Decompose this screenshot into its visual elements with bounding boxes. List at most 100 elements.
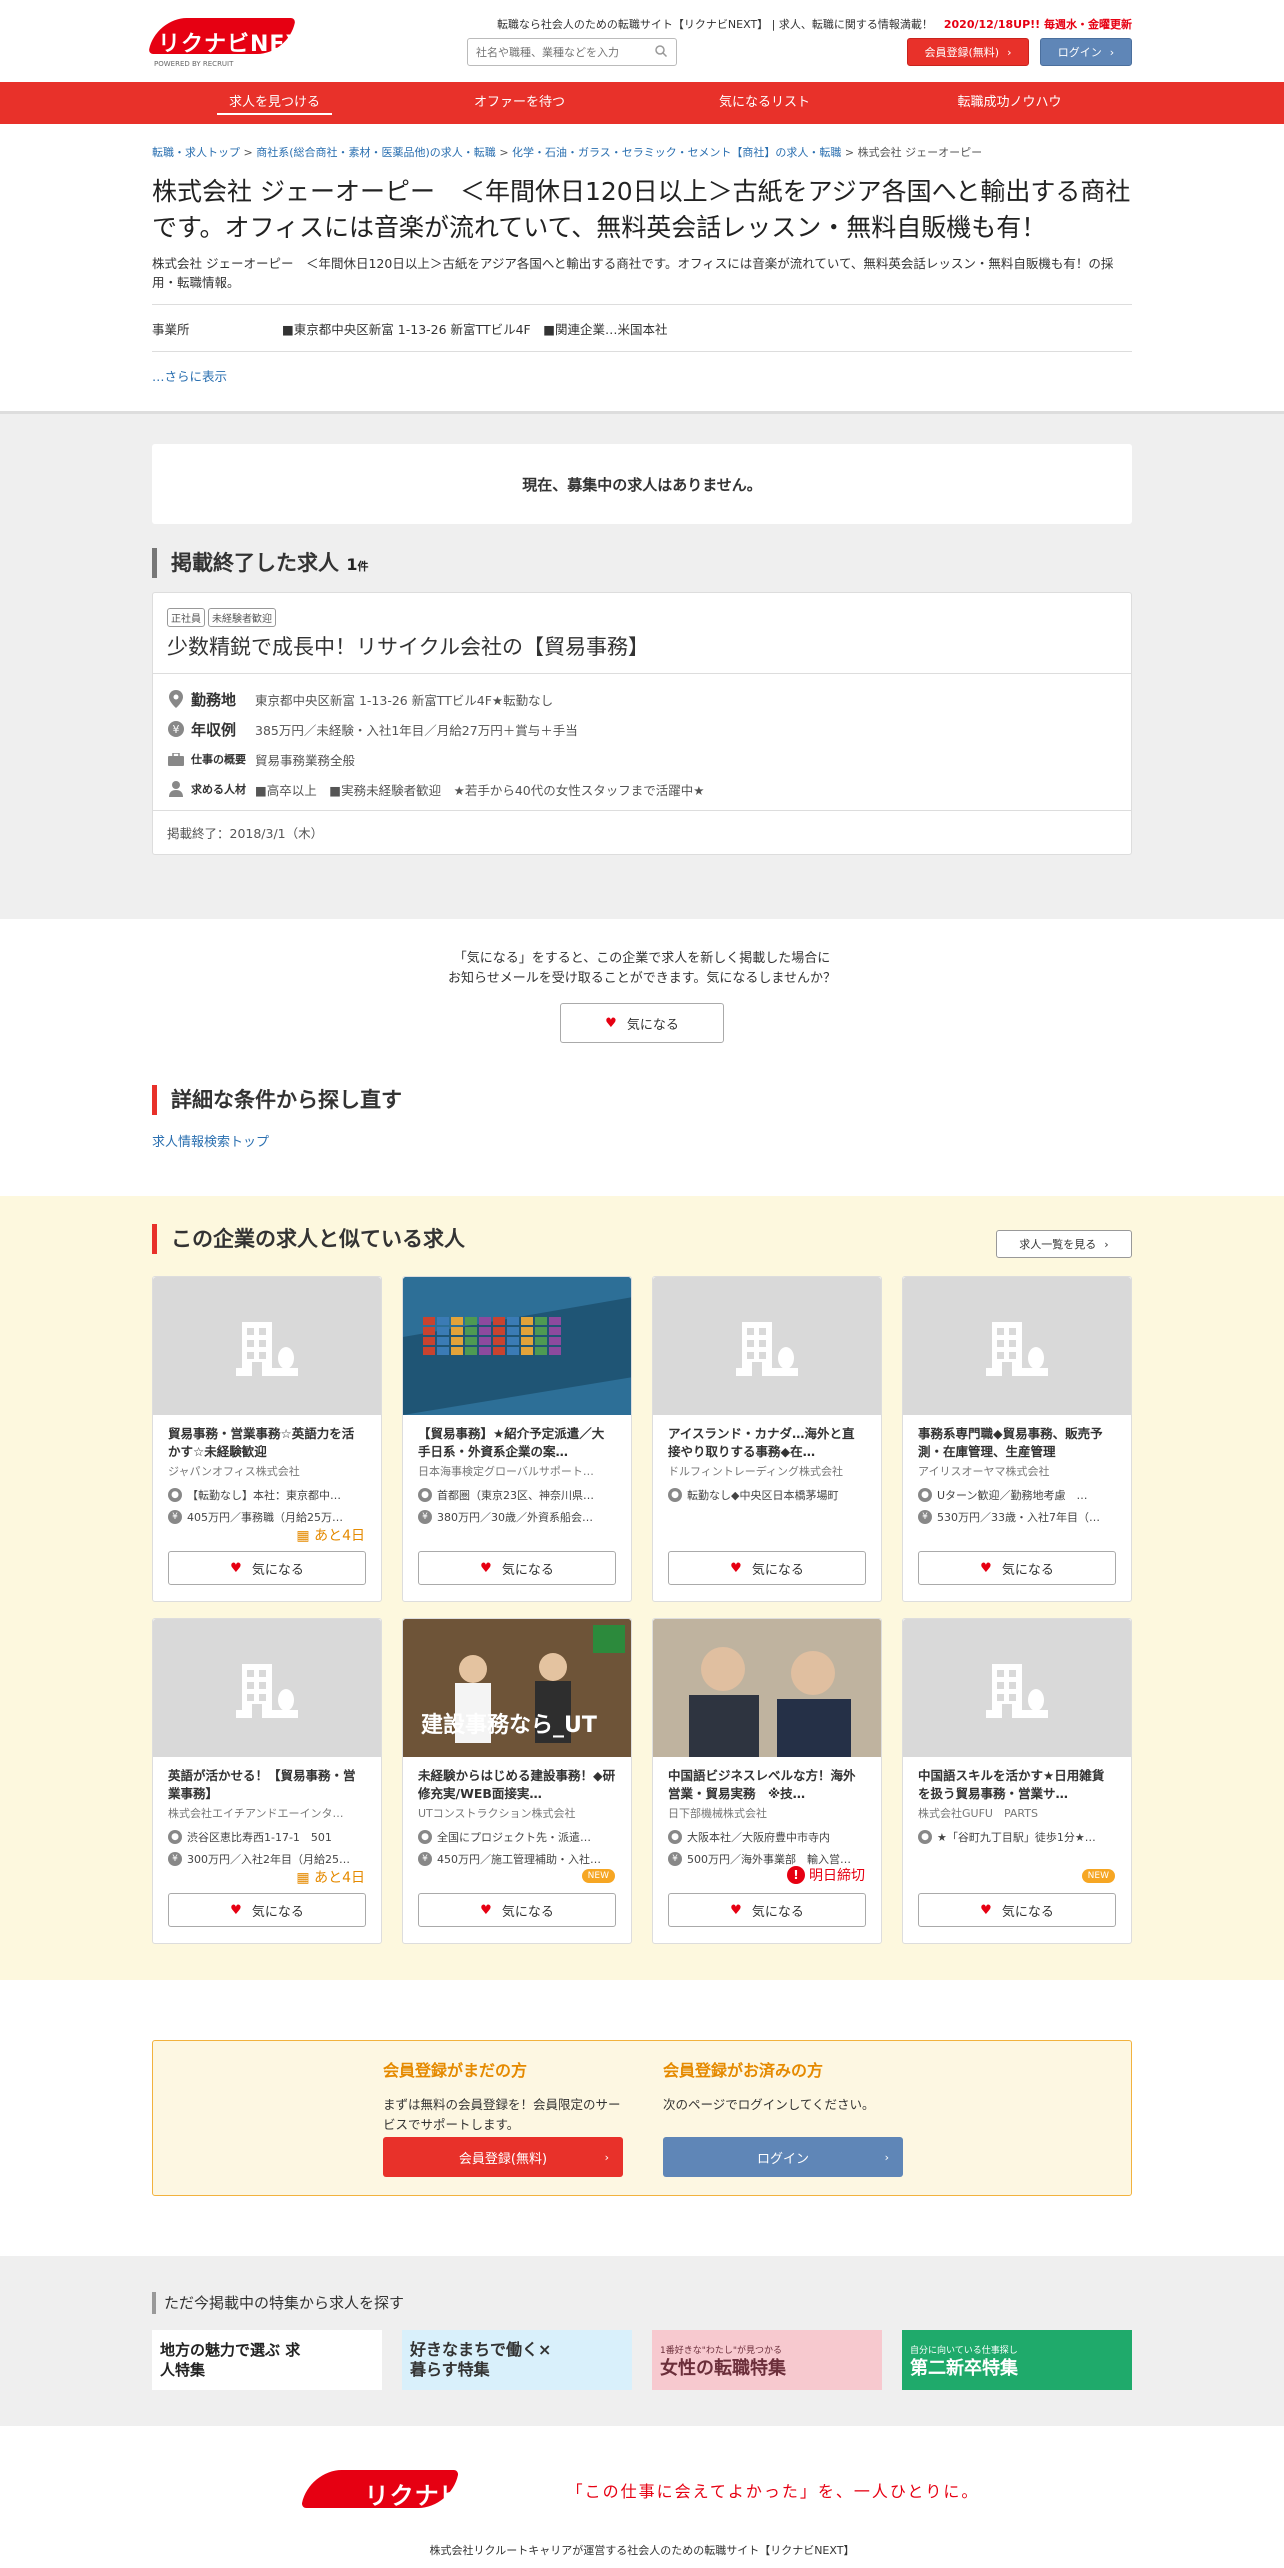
breadcrumb-link[interactable]: 転職・求人トップ bbox=[152, 146, 240, 159]
existing-member-heading: 会員登録がお済みの方 bbox=[663, 2061, 824, 2080]
favorite-button[interactable]: ♥ 気になる bbox=[418, 1893, 616, 1927]
chevron-right-icon: › bbox=[1104, 1237, 1109, 1251]
thumbnail-caption: 建設事務なら_UT bbox=[421, 1713, 597, 1738]
search-top-link[interactable]: 求人情報検索トップ bbox=[152, 1131, 1132, 1150]
heart-icon: ♥ bbox=[230, 1560, 242, 1576]
company-name: 日下部機械株式会社 bbox=[668, 1807, 767, 1820]
job-location-row: 勤務地 東京都中央区新富 1-13-26 新富TTビル4F★転勤なし bbox=[167, 684, 1117, 714]
heart-icon: ♥ bbox=[480, 1560, 492, 1576]
job-thumbnail: 建設事務なら_UT bbox=[403, 1619, 631, 1757]
location-pin-icon: ● bbox=[918, 1830, 932, 1844]
footer-logo[interactable]: リクナビNEXT 「この仕事に会えてよかった」を、一人ひとりに。 bbox=[300, 2468, 980, 2512]
company-description: 株式会社 ジェーオーピー ＜年間休日120日以上＞古紙をアジア各国へと輸出する商… bbox=[152, 256, 1114, 290]
company-placeholder-image bbox=[903, 1619, 1131, 1757]
job-salary-row: ¥ 年収例 385万円／未経験・入社1年目／月給27万円＋賞与＋手当 bbox=[167, 714, 1117, 744]
job-title[interactable]: 英語が活かせる！【貿易事務・営業事務】 bbox=[153, 1757, 381, 1803]
features-section: ただ今掲載中の特集から求人を探す 地方の魅力で選ぶ 求人特集 好きなまちで働く×暮… bbox=[0, 2256, 1284, 2426]
company-placeholder-image bbox=[653, 1277, 881, 1415]
chevron-right-icon: › bbox=[604, 2150, 609, 2164]
favorite-button[interactable]: ♥ 気になる bbox=[168, 1551, 366, 1585]
job-requirement-row: 求める人材 ■高卒以上 ■実務未経験者歓迎 ★若手から40代の女性スタッフまで活躍… bbox=[167, 774, 1117, 804]
favorite-button[interactable]: ♥ 気になる bbox=[918, 1893, 1116, 1927]
heart-icon: ♥ bbox=[480, 1902, 492, 1918]
update-info: 2020/12/18UP!! 毎週水・金曜更新 bbox=[943, 18, 1132, 31]
main-nav: 求人を見つける オファーを待つ 気になるリスト 転職成功ノウハウ bbox=[0, 82, 1284, 124]
office-label: 事業所 bbox=[152, 321, 190, 337]
favorite-button[interactable]: ♥ 気になる bbox=[668, 1893, 866, 1927]
similar-job-card[interactable]: 中国語スキルを活かす★日用雑貨を扱う貿易事務・営業サ… 株式会社GUFU PART… bbox=[902, 1618, 1132, 1944]
job-title[interactable]: アイスランド・カナダ…海外と直接やり取りする事務◆在… bbox=[653, 1415, 881, 1461]
similar-job-card[interactable]: 中国語ビジネスレベルな方！海外営業・貿易実務 ※技… 日下部機械株式会社 ● 大阪本社… bbox=[652, 1618, 882, 1944]
feature-banner[interactable]: 自分に向いている仕事探し 第二新卒特集 bbox=[902, 2330, 1132, 2390]
similar-job-card[interactable]: 【貿易事務】★紹介予定派遣／大手日系・外資系企業の案… 日本海事検定グローバルサポ… bbox=[402, 1276, 632, 1602]
location-pin-icon: ● bbox=[918, 1488, 932, 1502]
search-input[interactable] bbox=[467, 38, 677, 66]
company-name: ジャパンオフィス株式会社 bbox=[168, 1465, 300, 1478]
job-salary: ¥500万円／海外事業部 輸入営… bbox=[653, 1845, 881, 1867]
heart-icon: ♥ bbox=[230, 1902, 242, 1918]
location-pin-icon: ● bbox=[418, 1488, 432, 1502]
feature-banner[interactable]: 好きなまちで働く×暮らす特集 bbox=[402, 2330, 632, 2390]
job-thumbnail bbox=[653, 1619, 881, 1757]
favorite-text: 「気になる」をすると、この企業で求人を新しく掲載した場合に お知らせメールを受け取… bbox=[447, 951, 837, 986]
days-left-badge: ▦ あと4日 bbox=[296, 1870, 365, 1886]
jobs-section: 現在、募集中の求人はありません。 掲載終了した求人 1件 正社員 未経験者歓迎 少… bbox=[0, 411, 1284, 919]
member-box: 会員登録がまだの方 まずは無料の会員登録を！会員限定のサービスでサポートします。… bbox=[152, 2040, 1132, 2196]
job-title[interactable]: 中国語スキルを活かす★日用雑貨を扱う貿易事務・営業サ… bbox=[903, 1757, 1131, 1803]
job-title[interactable]: 事務系専門職◆貿易事務、販売予測・在庫管理、生産管理 bbox=[903, 1415, 1131, 1461]
site-logo[interactable]: リクナビNEXT POWERED BY RECRUIT bbox=[148, 18, 397, 70]
similar-job-card[interactable]: 建設事務なら_UT 未経験からはじめる建設事務！◆研修充実/WEB面接実… UTコン… bbox=[402, 1618, 632, 1944]
location-pin-icon bbox=[167, 690, 185, 708]
member-login-button[interactable]: ログイン › bbox=[663, 2137, 903, 2177]
ended-job-card: 正社員 未経験者歓迎 少数精鋭で成長中！リサイクル会社の【貿易事務】 勤務地 東京都… bbox=[152, 592, 1132, 855]
building-icon bbox=[232, 1312, 302, 1380]
location-pin-icon: ● bbox=[418, 1830, 432, 1844]
location-pin-icon: ● bbox=[168, 1488, 182, 1502]
job-list-button[interactable]: 求人一覧を見る › bbox=[996, 1230, 1132, 1258]
company-name: 株式会社エイチアンドエーインタ… bbox=[168, 1807, 344, 1820]
favorite-button[interactable]: ♥ 気になる bbox=[168, 1893, 366, 1927]
favorite-button[interactable]: ♥ 気になる bbox=[418, 1551, 616, 1585]
nav-wait-offers[interactable]: オファーを待つ bbox=[397, 82, 642, 124]
existing-member-text: 次のページでログインしてください。 bbox=[663, 2097, 875, 2112]
breadcrumb-link[interactable]: 化学・石油・ガラス・セラミック・セメント【商社】の求人・転職 bbox=[512, 146, 841, 159]
features-heading: ただ今掲載中の特集から求人を探す bbox=[152, 2292, 1132, 2314]
favorite-company-button[interactable]: ♥ 気になる bbox=[560, 1003, 724, 1043]
search-icon[interactable] bbox=[654, 44, 668, 58]
favorite-button[interactable]: ♥ 気になる bbox=[918, 1551, 1116, 1585]
company-placeholder-image bbox=[153, 1277, 381, 1415]
job-salary: ¥380万円／30歳／外資系船会… bbox=[403, 1503, 631, 1525]
existing-member-column: 会員登録がお済みの方 次のページでログインしてください。 bbox=[663, 2057, 963, 2115]
job-title[interactable]: 貿易事務・営業事務☆英語力を活かす☆未経験歓迎 bbox=[153, 1415, 381, 1461]
register-button[interactable]: 会員登録(無料) › bbox=[907, 38, 1029, 66]
similar-job-card[interactable]: 英語が活かせる！【貿易事務・営業事務】株式会社エイチアンドエーインタ… ● 渋谷区恵… bbox=[152, 1618, 382, 1944]
feature-banner[interactable]: 1番好きな"わたし"が見つかる 女性の転職特集 bbox=[652, 2330, 882, 2390]
show-more-link[interactable]: …さらに表示 bbox=[152, 366, 1132, 385]
similar-job-card[interactable]: 事務系専門職◆貿易事務、販売予測・在庫管理、生産管理 アイリスオーヤマ株式会社 ● U… bbox=[902, 1276, 1132, 1602]
nav-favorites[interactable]: 気になるリスト bbox=[642, 82, 887, 124]
breadcrumb-link[interactable]: 商社系(総合商社・素材・医薬品他)の求人・転職 bbox=[256, 146, 496, 159]
nav-find-jobs[interactable]: 求人を見つける bbox=[152, 82, 397, 124]
favorite-prompt: 「気になる」をすると、この企業で求人を新しく掲載した場合に お知らせメールを受け取… bbox=[152, 919, 1132, 1043]
new-member-text: まずは無料の会員登録を！会員限定のサービスでサポートします。 bbox=[383, 2097, 621, 2132]
similar-jobs-heading: この企業の求人と似ている求人 bbox=[152, 1224, 1132, 1254]
job-location: ● 渋谷区恵比寿西1-17-1 501 bbox=[153, 1821, 381, 1845]
nav-knowhow[interactable]: 転職成功ノウハウ bbox=[887, 82, 1132, 124]
company-name: UTコンストラクション株式会社 bbox=[418, 1807, 576, 1820]
job-title[interactable]: 中国語ビジネスレベルな方！海外営業・貿易実務 ※技… bbox=[653, 1757, 881, 1803]
member-register-button[interactable]: 会員登録(無料) › bbox=[383, 2137, 623, 2177]
job-title[interactable]: 未経験からはじめる建設事務！◆研修充実/WEB面接実… bbox=[403, 1757, 631, 1803]
heart-icon: ♥ bbox=[980, 1560, 992, 1576]
heart-icon: ♥ bbox=[980, 1902, 992, 1918]
yen-icon: ¥ bbox=[668, 1852, 682, 1866]
alert-icon: ! bbox=[787, 1866, 805, 1884]
footer-logo-text: リクナビNEXT bbox=[364, 2482, 540, 2510]
login-button[interactable]: ログイン › bbox=[1040, 38, 1132, 66]
feature-banner[interactable]: 地方の魅力で選ぶ 求人特集 bbox=[152, 2330, 382, 2390]
job-location: ● Uターン歓迎／勤務地考慮 … bbox=[903, 1479, 1131, 1503]
favorite-button[interactable]: ♥ 気になる bbox=[668, 1551, 866, 1585]
job-title[interactable]: 【貿易事務】★紹介予定派遣／大手日系・外資系企業の案… bbox=[403, 1415, 631, 1461]
similar-job-card[interactable]: アイスランド・カナダ…海外と直接やり取りする事務◆在… ドルフィントレーディング株… bbox=[652, 1276, 882, 1602]
job-salary: ¥450万円／施工管理補助・入社… bbox=[403, 1845, 631, 1867]
similar-job-card[interactable]: 貿易事務・営業事務☆英語力を活かす☆未経験歓迎 ジャパンオフィス株式会社 ● 【転勤な… bbox=[152, 1276, 382, 1602]
